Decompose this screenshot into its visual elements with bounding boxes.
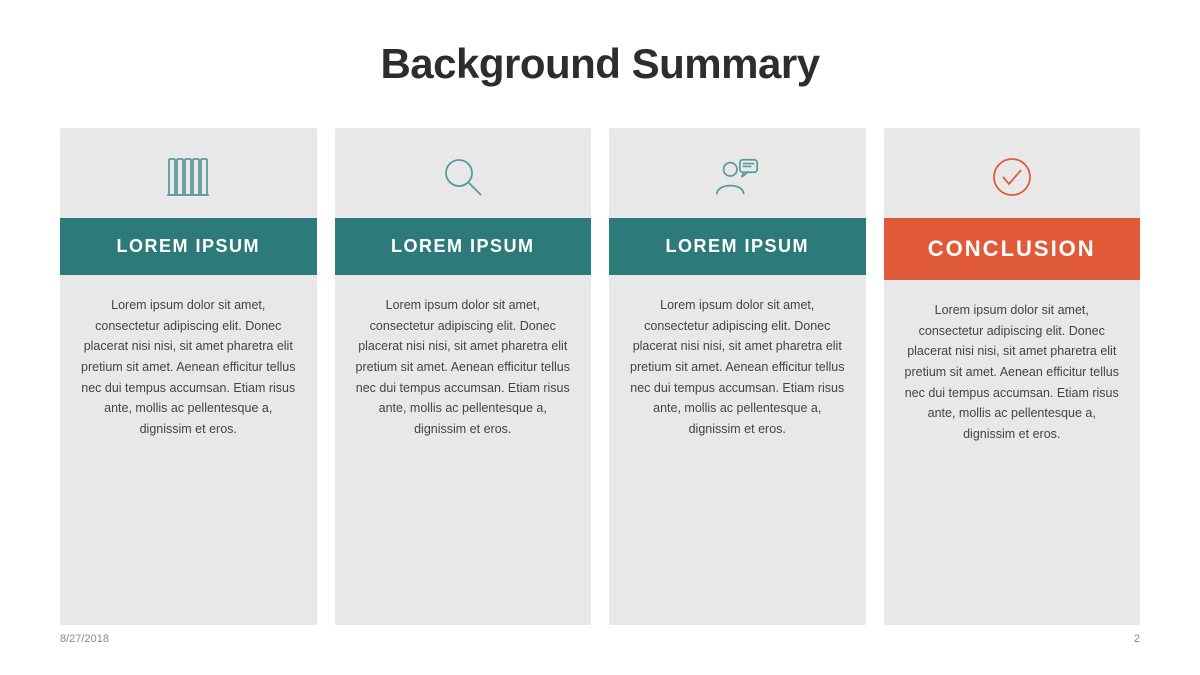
books-icon xyxy=(164,153,212,201)
search-icon xyxy=(439,153,487,201)
footer-page: 2 xyxy=(1134,633,1140,645)
card-3: LOREM IPSUM Lorem ipsum dolor sit amet, … xyxy=(609,128,866,625)
card-3-top xyxy=(609,128,866,218)
card-1: LOREM IPSUM Lorem ipsum dolor sit amet, … xyxy=(60,128,317,625)
card-4-body: Lorem ipsum dolor sit amet, consectetur … xyxy=(884,280,1141,625)
card-1-top xyxy=(60,128,317,218)
checkmark-circle-icon xyxy=(988,153,1036,201)
card-2-top xyxy=(335,128,592,218)
slide-title: Background Summary xyxy=(380,40,819,88)
card-2-body: Lorem ipsum dolor sit amet, consectetur … xyxy=(335,275,592,625)
slide: Background Summary LOREM IPSUM xyxy=(0,0,1200,675)
cards-row: LOREM IPSUM Lorem ipsum dolor sit amet, … xyxy=(60,128,1140,625)
footer-date: 8/27/2018 xyxy=(60,633,109,645)
card-2: LOREM IPSUM Lorem ipsum dolor sit amet, … xyxy=(335,128,592,625)
chat-person-icon xyxy=(713,153,761,201)
card-3-body: Lorem ipsum dolor sit amet, consectetur … xyxy=(609,275,866,625)
card-4-top xyxy=(884,128,1141,218)
card-4-conclusion: CONCLUSION Lorem ipsum dolor sit amet, c… xyxy=(884,128,1141,625)
slide-footer: 8/27/2018 2 xyxy=(60,625,1140,645)
card-1-body: Lorem ipsum dolor sit amet, consectetur … xyxy=(60,275,317,625)
card-1-label: LOREM IPSUM xyxy=(60,218,317,275)
card-4-label: CONCLUSION xyxy=(884,218,1141,280)
card-2-label: LOREM IPSUM xyxy=(335,218,592,275)
card-3-label: LOREM IPSUM xyxy=(609,218,866,275)
